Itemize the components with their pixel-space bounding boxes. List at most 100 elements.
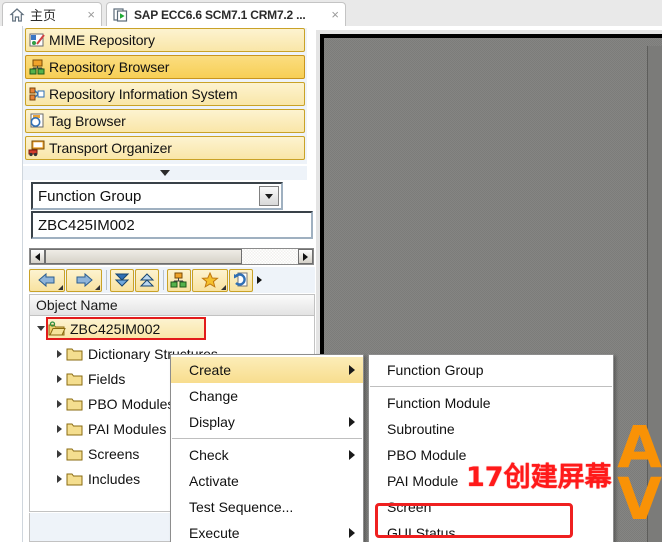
submenu-arrow-icon bbox=[349, 528, 355, 538]
tree-row-label: PBO Modules bbox=[88, 395, 175, 412]
object-tree-toolbar bbox=[29, 267, 315, 293]
chevron-right-icon[interactable] bbox=[52, 399, 66, 408]
folder-icon bbox=[66, 448, 83, 460]
browser-tab-strip: 主页 × SAP ECC6.6 SCM7.1 CRM7.2 ... × bbox=[0, 0, 662, 27]
tab-sap-close-icon[interactable]: × bbox=[325, 8, 339, 21]
submenu-item-label: PAI Module bbox=[387, 473, 459, 489]
sidebar-horizontal-scrollbar[interactable] bbox=[29, 248, 314, 265]
submenu-arrow-icon bbox=[349, 365, 355, 375]
nav-item-repository-browser[interactable]: Repository Browser bbox=[25, 55, 305, 79]
tab-home-label: 主页 bbox=[30, 8, 57, 23]
expand-all-icon bbox=[114, 273, 130, 287]
object-name-input[interactable]: ZBC425IM002 bbox=[31, 211, 313, 239]
red-annotation-text: 17创建屏幕 bbox=[466, 462, 612, 493]
submenu-item-screen[interactable]: Screen bbox=[369, 494, 613, 520]
chevron-right-icon[interactable] bbox=[52, 449, 66, 458]
submenu-item-function-module[interactable]: Function Module bbox=[369, 390, 613, 416]
arrow-back-icon bbox=[38, 272, 55, 288]
nav-item-label: Transport Organizer bbox=[49, 140, 172, 156]
chevron-right-icon[interactable] bbox=[52, 349, 66, 358]
submenu-item-label: PBO Module bbox=[387, 447, 467, 463]
collapse-all-icon bbox=[139, 273, 155, 287]
menu-item-label: Check bbox=[189, 447, 229, 463]
chevron-right-icon[interactable] bbox=[52, 374, 66, 383]
submenu-item-label: GUI Status bbox=[387, 525, 456, 541]
tree-row-label: PAI Modules bbox=[88, 420, 167, 437]
refresh-button[interactable] bbox=[229, 268, 253, 292]
submenu-item-label: Screen bbox=[387, 499, 432, 515]
tree-row-label: Includes bbox=[88, 470, 141, 487]
scrollbar-track[interactable] bbox=[45, 249, 298, 264]
nav-item-label: Tag Browser bbox=[49, 113, 126, 129]
favorites-button[interactable] bbox=[192, 268, 228, 292]
repository-nav-list: MIME Repository Repository Browser Repos… bbox=[23, 28, 307, 164]
arrow-right-icon[interactable] bbox=[298, 249, 313, 264]
chevron-down-icon[interactable] bbox=[259, 186, 279, 206]
menu-item-label: Create bbox=[189, 362, 232, 378]
folder-icon bbox=[66, 373, 83, 385]
scrollbar-thumb[interactable] bbox=[45, 249, 243, 264]
nav-item-repository-information-system[interactable]: Repository Information System bbox=[25, 82, 305, 106]
submenu-item-label: Function Module bbox=[387, 395, 491, 411]
submenu-arrow-icon bbox=[349, 417, 355, 427]
submenu-arrow-icon bbox=[349, 450, 355, 460]
tab-sap-label: SAP ECC6.6 SCM7.1 CRM7.2 ... bbox=[134, 7, 306, 22]
menu-item-display[interactable]: Display bbox=[171, 409, 363, 435]
arrow-left-icon[interactable] bbox=[30, 249, 45, 264]
transport-organizer-icon bbox=[28, 140, 45, 157]
nav-item-transport-organizer[interactable]: Transport Organizer bbox=[25, 136, 305, 160]
submenu-item-subroutine[interactable]: Subroutine bbox=[369, 416, 613, 442]
menu-item-create[interactable]: Create bbox=[171, 357, 363, 383]
toolbar-overflow-button[interactable] bbox=[254, 276, 264, 284]
watermark-logo: AV bbox=[617, 413, 662, 533]
submenu-item-gui-status[interactable]: GUI Status bbox=[369, 520, 613, 542]
menu-item-label: Execute bbox=[189, 525, 240, 541]
tab-home[interactable]: 主页 × bbox=[2, 2, 102, 26]
nav-item-label: Repository Information System bbox=[49, 86, 238, 102]
menu-separator bbox=[172, 438, 362, 439]
dropdown-corner-icon[interactable] bbox=[95, 284, 100, 290]
nav-item-tag-browser[interactable]: Tag Browser bbox=[25, 109, 305, 133]
object-type-combo[interactable]: Function Group bbox=[31, 182, 283, 210]
star-icon bbox=[201, 272, 219, 288]
create-submenu: Function Group Function Module Subroutin… bbox=[368, 354, 614, 542]
object-list-button[interactable] bbox=[167, 268, 191, 292]
sap-logon-icon bbox=[113, 7, 128, 22]
tree-row-function-group[interactable]: ZBC425IM002 bbox=[30, 316, 314, 341]
function-group-icon bbox=[48, 320, 66, 335]
dropdown-corner-icon[interactable] bbox=[221, 284, 226, 290]
chevron-right-icon[interactable] bbox=[52, 424, 66, 433]
expand-all-button[interactable] bbox=[110, 268, 134, 292]
tree-row-label: Screens bbox=[88, 445, 140, 462]
menu-item-change[interactable]: Change bbox=[171, 383, 363, 409]
tree-row-label: ZBC425IM002 bbox=[70, 320, 161, 337]
menu-item-execute[interactable]: Execute bbox=[171, 520, 363, 542]
folder-icon bbox=[66, 398, 83, 410]
home-icon bbox=[9, 7, 25, 22]
folder-icon bbox=[66, 348, 83, 360]
nav-item-mime-repository[interactable]: MIME Repository bbox=[25, 28, 305, 52]
collapse-all-button[interactable] bbox=[135, 268, 159, 292]
repository-browser-icon bbox=[29, 59, 45, 75]
menu-item-activate[interactable]: Activate bbox=[171, 468, 363, 494]
mime-repository-icon bbox=[29, 33, 45, 47]
dropdown-corner-icon[interactable] bbox=[58, 284, 63, 290]
tag-browser-icon bbox=[30, 113, 44, 128]
tab-sap[interactable]: SAP ECC6.6 SCM7.1 CRM7.2 ... × bbox=[106, 2, 346, 26]
refresh-icon bbox=[234, 272, 248, 287]
submenu-item-label: Subroutine bbox=[387, 421, 455, 437]
menu-item-test-sequence[interactable]: Test Sequence... bbox=[171, 494, 363, 520]
nav-item-label: MIME Repository bbox=[49, 32, 155, 48]
menu-item-check[interactable]: Check bbox=[171, 442, 363, 468]
chevron-down-icon bbox=[160, 170, 170, 176]
chevron-right-icon[interactable] bbox=[52, 474, 66, 483]
menu-item-label: Test Sequence... bbox=[189, 499, 294, 515]
menu-item-label: Activate bbox=[189, 473, 239, 489]
forward-button[interactable] bbox=[66, 268, 102, 292]
toolbar-separator bbox=[106, 270, 107, 290]
menu-item-label: Change bbox=[189, 388, 239, 404]
submenu-item-function-group[interactable]: Function Group bbox=[369, 357, 613, 383]
back-button[interactable] bbox=[29, 268, 65, 292]
nav-scroll-down-button[interactable] bbox=[23, 166, 307, 180]
tab-home-close-icon[interactable]: × bbox=[81, 8, 95, 21]
